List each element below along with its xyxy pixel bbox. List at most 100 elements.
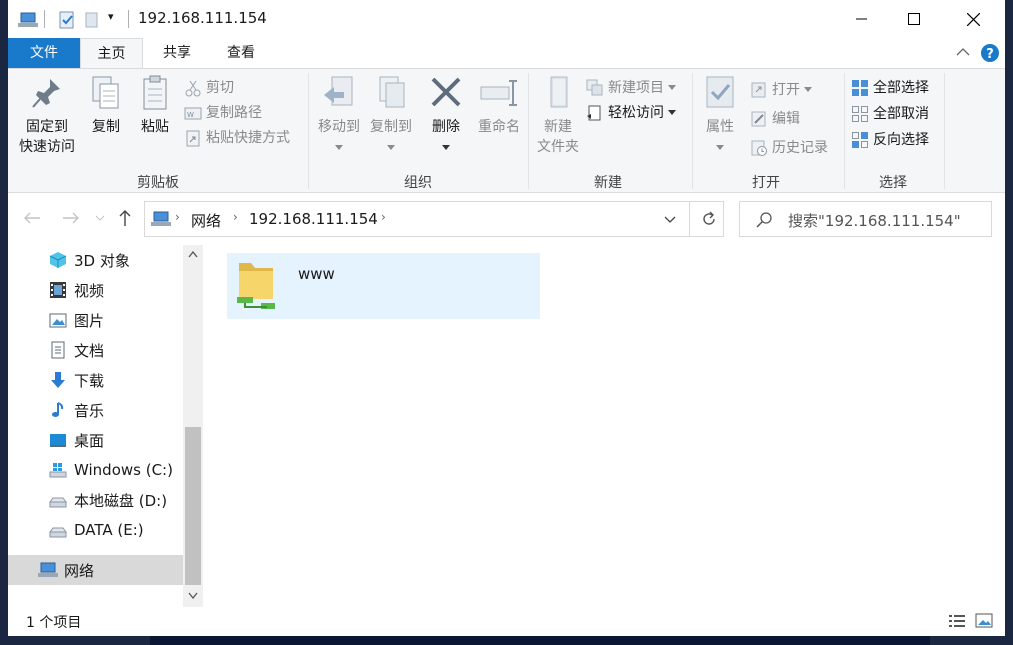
delete-button[interactable]: 删除 <box>424 75 468 157</box>
help-icon[interactable]: ? <box>980 43 1000 63</box>
new-folder-button[interactable]: 新建 文件夹 <box>533 75 583 157</box>
paste-shortcut-button[interactable]: 粘贴快捷方式 <box>184 127 290 149</box>
copy-to-button[interactable]: 复制到 <box>365 75 417 157</box>
easy-access-label: 轻松访问 <box>608 105 664 121</box>
new-item-button[interactable]: 新建项目 <box>586 77 676 99</box>
breadcrumb-network[interactable]: 网络 <box>191 210 221 231</box>
close-button[interactable] <box>950 0 996 38</box>
breadcrumb-separator-icon[interactable]: › <box>175 210 180 224</box>
windows-drive-icon <box>49 463 67 478</box>
open-button[interactable]: 打开 <box>750 79 812 101</box>
rename-button[interactable]: 重命名 <box>471 75 527 137</box>
properties-qat-icon[interactable] <box>58 11 76 29</box>
nav-item-local-disk-d[interactable]: 本地磁盘 (D:) <box>8 485 183 515</box>
tab-home[interactable]: 主页 <box>80 38 143 68</box>
scroll-down-icon[interactable] <box>188 592 198 599</box>
nav-item-network[interactable]: 网络 <box>8 555 183 585</box>
nav-item-label: 文档 <box>74 341 105 360</box>
explorer-window: ▾ 192.168.111.154 文件 主页 共享 查看 ? 固定到 快速访问… <box>8 0 1005 636</box>
nav-item-label: 本地磁盘 (D:) <box>74 491 168 510</box>
properties-icon <box>706 76 734 108</box>
nav-item-documents[interactable]: 文档 <box>8 335 183 365</box>
divider <box>689 202 690 236</box>
nav-item-label: 图片 <box>74 311 105 330</box>
select-none-label: 全部取消 <box>873 106 929 122</box>
paste-label: 粘贴 <box>141 119 169 135</box>
breadcrumb-separator-icon[interactable]: › <box>381 210 386 224</box>
move-to-button[interactable]: 移动到 <box>313 75 365 157</box>
group-label-new: 新建 <box>594 175 622 191</box>
new-item-icon <box>586 79 603 96</box>
collapse-ribbon-icon[interactable] <box>956 47 970 57</box>
properties-button[interactable]: 属性 <box>698 75 742 157</box>
nav-item-video[interactable]: 视频 <box>8 275 183 305</box>
minimize-button[interactable] <box>839 0 885 38</box>
history-button[interactable]: 历史记录 <box>750 137 828 159</box>
paste-button[interactable]: 粘贴 <box>132 75 178 137</box>
edit-icon <box>751 111 766 127</box>
breadcrumb-separator-icon[interactable]: › <box>233 210 238 224</box>
group-separator <box>844 73 845 189</box>
up-arrow-icon[interactable] <box>118 209 132 227</box>
nav-item-desktop[interactable]: 桌面 <box>8 425 183 455</box>
nav-item-label: Windows (C:) <box>74 461 173 479</box>
maximize-icon <box>908 13 920 25</box>
rename-icon <box>480 80 517 106</box>
scroll-thumb[interactable] <box>185 427 201 585</box>
edit-label: 编辑 <box>772 111 800 127</box>
group-label-clipboard: 剪贴板 <box>137 175 179 191</box>
nav-item-windows-c[interactable]: Windows (C:) <box>8 455 183 485</box>
select-none-button[interactable]: 全部取消 <box>851 103 929 125</box>
details-view-icon[interactable] <box>948 613 966 629</box>
cut-button[interactable]: 剪切 <box>184 77 234 99</box>
new-item-label: 新建项目 <box>608 80 664 96</box>
divider <box>44 10 45 28</box>
svg-text:W: W <box>187 111 194 119</box>
invert-selection-icon <box>852 132 868 148</box>
folder-item-www[interactable]: www <box>227 253 540 319</box>
network-computer-icon <box>18 12 38 27</box>
qat-dropdown-icon[interactable]: ▾ <box>108 10 114 23</box>
nav-item-label: 网络 <box>64 561 95 580</box>
chevron-down-icon <box>668 110 676 115</box>
properties-label: 属性 <box>706 119 734 135</box>
group-separator <box>308 73 309 189</box>
tab-file[interactable]: 文件 <box>8 38 80 68</box>
nav-item-music[interactable]: 音乐 <box>8 395 183 425</box>
address-bar[interactable]: › 网络 › 192.168.111.154 › <box>144 201 724 237</box>
copy-button[interactable]: 复制 <box>84 75 128 137</box>
group-separator <box>692 73 693 189</box>
nav-item-3d-objects[interactable]: 3D 对象 <box>8 245 183 275</box>
pin-to-quick-access-button[interactable]: 固定到 快速访问 <box>14 75 80 157</box>
search-box[interactable]: 搜索"192.168.111.154" <box>739 201 992 237</box>
nav-scrollbar[interactable] <box>183 245 203 607</box>
move-to-label: 移动到 <box>318 119 360 135</box>
divider <box>128 10 129 28</box>
nav-item-downloads[interactable]: 下载 <box>8 365 183 395</box>
back-arrow-icon[interactable] <box>23 211 41 225</box>
invert-selection-button[interactable]: 反向选择 <box>851 129 929 151</box>
copy-path-button[interactable]: W 复制路径 <box>184 102 262 124</box>
large-icons-view-icon[interactable] <box>975 612 993 630</box>
refresh-icon[interactable] <box>700 210 718 228</box>
select-all-button[interactable]: 全部选择 <box>851 77 929 99</box>
invert-selection-label: 反向选择 <box>873 132 929 148</box>
recent-locations-chevron-icon[interactable] <box>95 215 105 221</box>
nav-item-label: DATA (E:) <box>74 521 144 539</box>
edit-button[interactable]: 编辑 <box>750 108 800 130</box>
nav-item-pictures[interactable]: 图片 <box>8 305 183 335</box>
breadcrumb-host[interactable]: 192.168.111.154 <box>249 210 378 228</box>
easy-access-button[interactable]: 轻松访问 <box>586 102 676 124</box>
scroll-up-icon[interactable] <box>188 251 198 258</box>
forward-arrow-icon[interactable] <box>62 211 80 225</box>
nav-item-data-e[interactable]: DATA (E:) <box>8 515 183 545</box>
tab-share[interactable]: 共享 <box>152 38 202 68</box>
chevron-down-icon <box>668 85 676 90</box>
maximize-button[interactable] <box>891 0 937 38</box>
tab-view[interactable]: 查看 <box>216 38 266 68</box>
scissors-icon <box>185 80 201 97</box>
address-dropdown-icon[interactable] <box>664 216 676 224</box>
chevron-down-icon <box>387 145 395 150</box>
new-folder-qat-icon[interactable] <box>84 11 100 29</box>
title-bar: ▾ 192.168.111.154 <box>8 0 1005 38</box>
